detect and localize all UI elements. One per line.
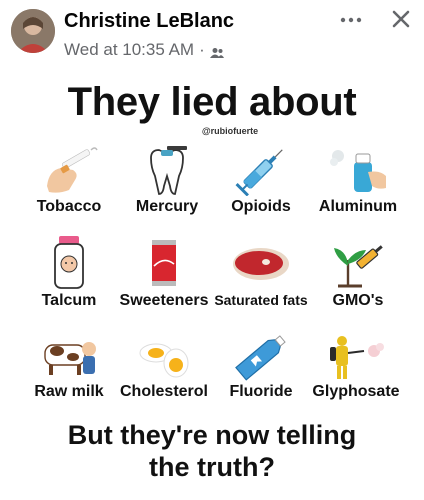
item-label: Cholesterol xyxy=(119,383,208,400)
poster-footer-line1: But they're now telling xyxy=(67,420,357,450)
item-tobacco: Tobacco xyxy=(21,146,117,216)
syringe-icon xyxy=(235,149,283,196)
item-label: Tobacco xyxy=(36,198,102,215)
meta-separator: · xyxy=(199,40,205,59)
soda-can-icon xyxy=(152,240,176,286)
item-mercury: Mercury xyxy=(119,146,215,216)
item-sweeteners: Sweeteners xyxy=(116,236,212,310)
item-aluminum: Aluminum xyxy=(310,146,406,216)
item-label: GMO's xyxy=(332,292,384,309)
avatar[interactable] xyxy=(11,9,55,53)
post-author[interactable]: Christine LeBlanc xyxy=(64,10,234,33)
poster-handle: @rubiofuerte xyxy=(201,126,259,136)
post-timestamp[interactable]: Wed at 10:35 AM xyxy=(64,40,194,60)
poster-title: They lied about xyxy=(67,80,357,124)
item-talcum: Talcum xyxy=(21,236,117,310)
item-fluoride: Fluoride xyxy=(213,331,309,401)
toothpaste-icon xyxy=(235,335,286,381)
item-raw-milk: Raw milk xyxy=(21,331,117,401)
steak-icon xyxy=(233,248,289,280)
eggs-icon xyxy=(139,343,189,378)
item-gmos: GMO's xyxy=(310,236,406,310)
more-dots-icon xyxy=(340,17,362,23)
item-label: Glyphosate xyxy=(312,383,400,400)
baby-powder-icon xyxy=(54,236,84,289)
item-label: Fluoride xyxy=(229,383,293,400)
close-button[interactable] xyxy=(386,6,416,32)
item-label: Sweeteners xyxy=(119,292,209,309)
item-cholesterol: Cholesterol xyxy=(116,331,212,401)
item-label: Aluminum xyxy=(318,198,398,215)
cigarette-icon xyxy=(47,147,98,193)
plant-syringe-icon xyxy=(334,245,383,288)
close-icon xyxy=(392,10,410,28)
item-label: Talcum xyxy=(41,292,97,309)
item-label: Raw milk xyxy=(34,383,104,400)
tooth-icon xyxy=(150,146,187,195)
friends-icon[interactable] xyxy=(209,44,224,58)
cow-icon xyxy=(44,342,96,375)
sprayer-person-icon xyxy=(330,336,384,379)
item-glyphosate: Glyphosate xyxy=(308,331,404,401)
item-label: Saturated fats xyxy=(214,292,308,308)
post-header: Christine LeBlanc Wed at 10:35 AM · xyxy=(0,0,424,76)
item-opioids: Opioids xyxy=(213,146,309,216)
post-image[interactable]: They lied about @rubiofuerte Tobacco Mer… xyxy=(0,76,424,500)
poster-footer: But they're now telling the truth? xyxy=(0,419,424,483)
poster-footer-line2: the truth? xyxy=(149,452,275,482)
spray-can-icon xyxy=(330,150,386,192)
item-saturated-fats: Saturated fats xyxy=(213,236,309,308)
more-options-button[interactable] xyxy=(334,8,368,32)
item-label: Opioids xyxy=(231,198,291,215)
item-label: Mercury xyxy=(135,198,199,215)
post-meta: Wed at 10:35 AM · xyxy=(64,40,224,60)
